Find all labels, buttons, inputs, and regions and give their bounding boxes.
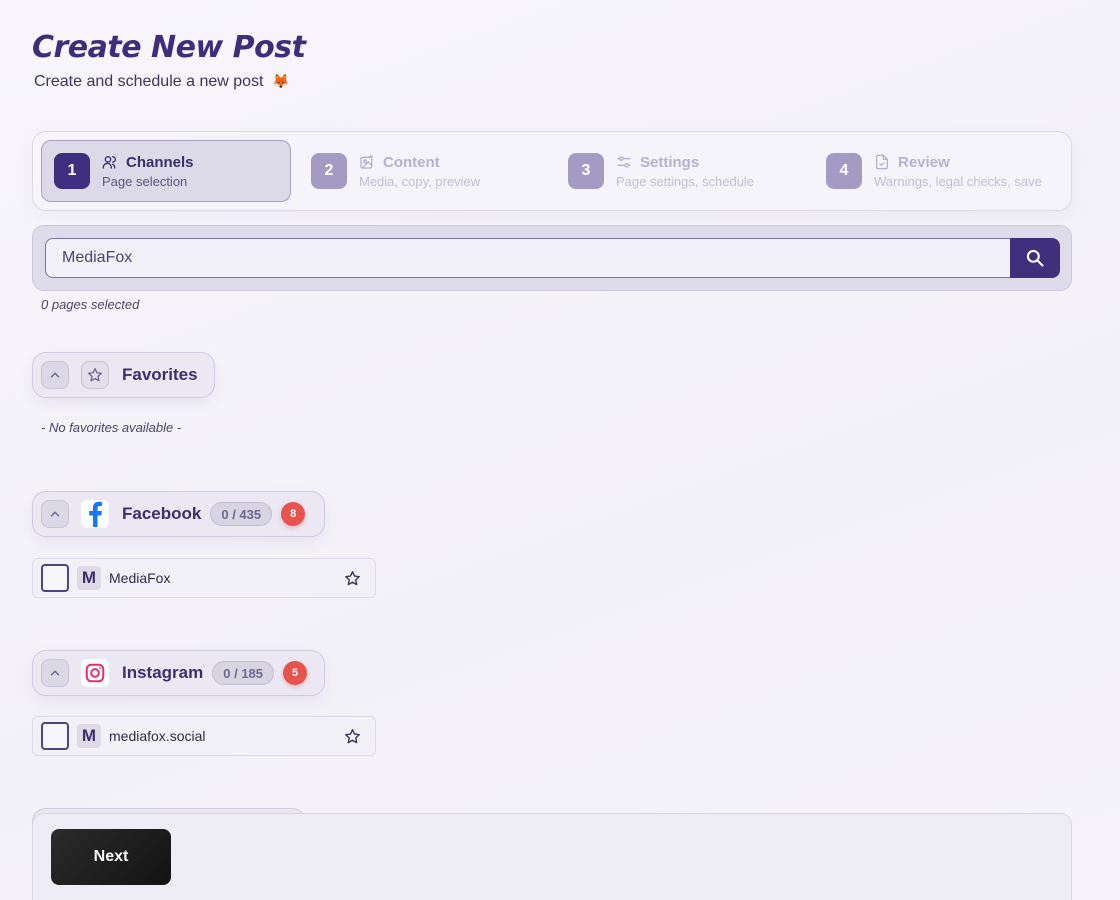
step-title: Settings [640, 153, 700, 171]
facebook-icon [89, 501, 102, 527]
instagram-group-label: Instagram [122, 663, 204, 682]
favorites-header: Favorites [32, 352, 215, 398]
facebook-logo-box [81, 500, 109, 528]
instagram-count-pill: 0 / 185 [212, 661, 275, 685]
instagram-group-header: Instagram 0 / 185 5 [32, 650, 325, 696]
selected-count: 0 pages selected [41, 297, 140, 312]
stepper: 1 Channels Page selection 2 Content Medi… [32, 131, 1072, 211]
step-settings[interactable]: 3 Settings Page settings, schedule [556, 140, 806, 202]
image-sparkle-icon [360, 154, 373, 169]
step-description: Page selection [102, 173, 188, 189]
step-content[interactable]: 2 Content Media, copy, preview [299, 140, 549, 202]
page-subtitle: Create and schedule a new post 🦊 [34, 73, 289, 91]
next-button[interactable]: Next [51, 829, 171, 885]
collapse-favorites-button[interactable] [41, 361, 69, 389]
step-description: Media, copy, preview [359, 173, 481, 189]
step-description: Page settings, schedule [616, 173, 755, 189]
search-bar [32, 225, 1072, 291]
bottom-action-bar: Next [32, 813, 1072, 900]
page-avatar: M [77, 566, 101, 590]
page-checkbox[interactable] [41, 722, 69, 750]
collapse-instagram-button[interactable] [41, 659, 69, 687]
step-channels[interactable]: 1 Channels Page selection [41, 140, 291, 202]
step-title: Channels [126, 153, 194, 171]
step-number: 3 [568, 153, 604, 189]
step-title: Review [898, 153, 950, 171]
page-subtitle-text: Create and schedule a new post [34, 73, 264, 90]
search-icon [1026, 249, 1044, 267]
chevron-up-icon [50, 372, 60, 378]
step-number: 1 [54, 153, 90, 189]
search-button[interactable] [1010, 238, 1060, 278]
page-name: mediafox.social [109, 728, 206, 744]
favorites-empty-text: - No favorites available - [41, 420, 182, 435]
favorite-star-icon[interactable] [344, 728, 361, 745]
favorite-star-icon[interactable] [344, 570, 361, 587]
collapse-facebook-button[interactable] [41, 500, 69, 528]
instagram-logo-box [81, 659, 109, 687]
document-check-icon [876, 154, 888, 170]
page-row-mediafox[interactable]: M MediaFox [32, 558, 376, 598]
chevron-up-icon [50, 670, 60, 676]
facebook-notification-badge: 8 [281, 502, 306, 526]
facebook-count-pill: 0 / 435 [210, 502, 273, 526]
step-review[interactable]: 4 Review Warnings, legal checks, save [814, 140, 1064, 202]
facebook-group-header: Facebook 0 / 435 8 [32, 491, 325, 537]
page-avatar: M [77, 724, 101, 748]
search-input[interactable] [45, 238, 1011, 278]
facebook-group-label: Facebook [122, 504, 202, 523]
instagram-notification-badge: 5 [283, 661, 308, 685]
page-name: MediaFox [109, 570, 171, 586]
step-number: 2 [311, 153, 347, 189]
page-title: Create New Post [32, 30, 306, 65]
chevron-up-icon [50, 511, 60, 517]
favorites-label: Favorites [122, 365, 198, 384]
step-number: 4 [826, 153, 862, 189]
instagram-icon [85, 663, 105, 683]
users-icon [102, 156, 116, 169]
step-title: Content [383, 153, 440, 171]
page-checkbox[interactable] [41, 564, 69, 592]
sliders-icon [617, 156, 631, 168]
page-row-mediafox-social[interactable]: M mediafox.social [32, 716, 376, 756]
fox-emoji-icon: 🦊 [271, 73, 290, 89]
star-icon [88, 368, 102, 382]
favorites-star-icon-box [81, 361, 109, 389]
step-description: Warnings, legal checks, save [874, 173, 1042, 189]
